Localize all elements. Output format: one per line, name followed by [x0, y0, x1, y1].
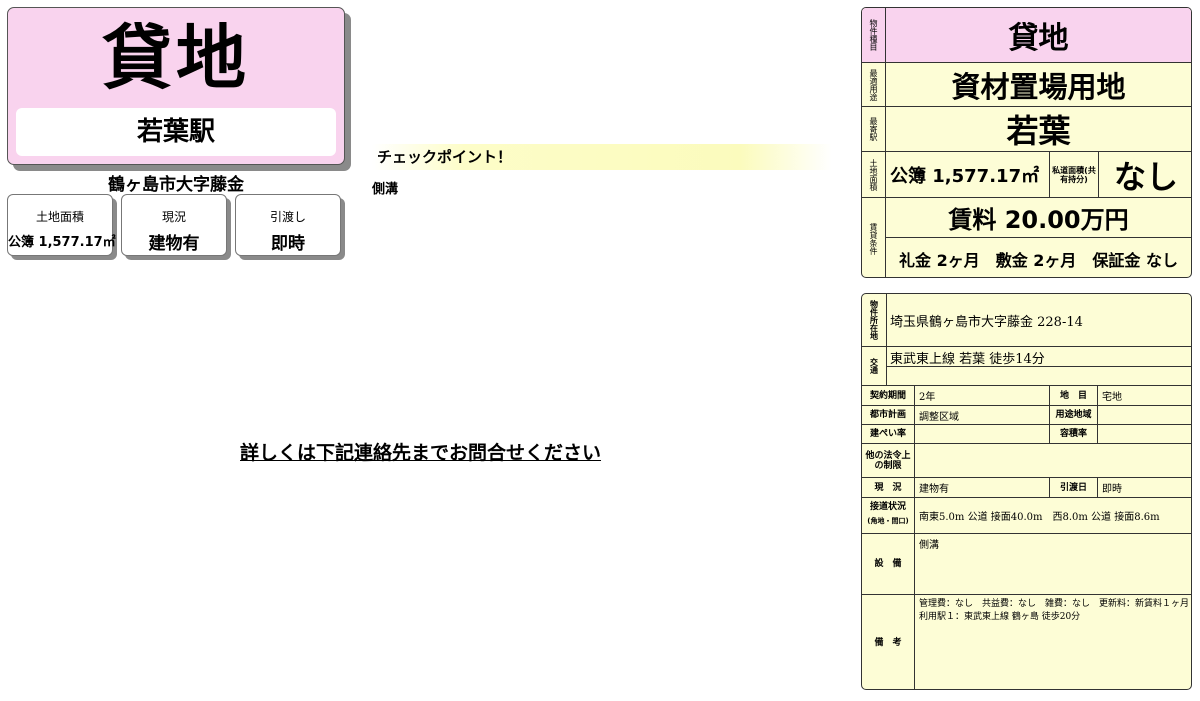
- deposits: 礼金 2ヶ月 敷金 2ヶ月 保証金 なし: [899, 250, 1178, 270]
- mini-card-land-area: 土地面積 公簿 1,577.17㎡: [7, 194, 116, 256]
- summary-table: 物件種目 貸地 最適用途 資材置場用地 最寄駅 若葉 土地面積 公簿 1,577…: [861, 7, 1192, 278]
- summary-row-area: 土地面積 公簿 1,577.17㎡ 私道面積(共有持分) なし: [862, 151, 1191, 197]
- city-plan-label: 都市計画: [869, 410, 906, 420]
- divider: [886, 366, 1191, 367]
- restrictions-label: 他の法令上の制限: [865, 450, 911, 471]
- remarks-value: 管理費：なし 共益費：なし 雑費：なし 更新料：新賃料１ヶ月 利用駅１：東武東上…: [919, 599, 1191, 622]
- summary-row-terms: 賃貸条件 賃料 20.00万円 礼金 2ヶ月 敷金 2ヶ月 保証金 なし: [862, 197, 1191, 277]
- summary-row-station: 最寄駅 若葉: [862, 106, 1191, 151]
- bcr-label: 建ぺい率: [869, 429, 906, 439]
- mini-card-value: 公簿 1,577.17㎡: [8, 235, 116, 250]
- far-value: [1098, 425, 1191, 443]
- contract-value: 2年: [919, 392, 936, 403]
- chimoku-label: 地 目: [1059, 390, 1087, 401]
- mini-card-handover: 引渡し 即時: [235, 194, 341, 256]
- private-road-value: なし: [1113, 157, 1178, 196]
- mini-card-label: 引渡し: [269, 210, 306, 224]
- remarks-label: 備 考: [874, 638, 902, 648]
- transport-value: 東武東上線 若葉 徒歩14分: [890, 351, 1045, 367]
- mini-card-label: 土地面積: [35, 210, 84, 224]
- mini-card-label: 現況: [161, 210, 186, 224]
- location-value: 埼玉県鶴ヶ島市大字藤金 228-14: [890, 314, 1083, 330]
- divider: [886, 294, 887, 385]
- row-label: 最適用途: [862, 63, 886, 106]
- property-type-title: 貸地: [102, 17, 250, 99]
- row-label: 賃貸条件: [862, 198, 886, 277]
- facilities-label: 設 備: [874, 559, 902, 569]
- zoning-label: 用途地域: [1055, 410, 1092, 420]
- handover-label: 引渡日: [1059, 482, 1087, 493]
- road-value: 南東5.0m 公道 接面40.0m 西8.0m 公道 接面8.6m: [919, 512, 1160, 523]
- restrictions-value: [915, 444, 1191, 477]
- road-label: 接道状況: [869, 502, 906, 512]
- far-label: 容積率: [1059, 429, 1087, 439]
- detail-table: 物件所在地 埼玉県鶴ヶ島市大字藤金 228-14 交通 東武東上線 若葉 徒歩1…: [861, 293, 1192, 690]
- city-plan-value: 調整区域: [919, 411, 959, 423]
- summary-use: 資材置場用地: [951, 69, 1126, 104]
- chimoku-value: 宅地: [1102, 392, 1122, 403]
- summary-station: 若葉: [1006, 112, 1071, 150]
- mini-card-status: 現況 建物有: [121, 194, 227, 256]
- location-label: 物件所在地: [869, 300, 879, 340]
- address-short: 鶴ヶ島市大字藤金: [108, 175, 244, 195]
- row-label: 土地面積: [862, 152, 886, 197]
- row-label: 物件種目: [862, 8, 886, 62]
- road-sub-label: (角地・間口): [867, 517, 909, 525]
- private-road-label: 私道面積(共有持分): [1049, 152, 1099, 197]
- handover-value: 即時: [1102, 484, 1122, 495]
- contract-label: 契約期間: [869, 390, 906, 401]
- summary-row-use: 最適用途 資材置場用地: [862, 62, 1191, 106]
- summary-row-type: 物件種目 貸地: [862, 8, 1191, 62]
- summary-area: 公簿 1,577.17㎡: [890, 165, 1040, 187]
- status-label: 現 況: [874, 482, 902, 493]
- checkpoint-heading: チェックポイント！: [372, 144, 832, 170]
- transport-label: 交通: [869, 358, 879, 374]
- mini-card-value: 即時: [271, 234, 305, 254]
- station-name: 若葉駅: [16, 108, 336, 156]
- bcr-value: [915, 425, 1049, 443]
- contact-link[interactable]: 詳しくは下記連絡先までお問合せください: [240, 438, 601, 465]
- property-type-card: 貸地 若葉駅: [7, 7, 345, 165]
- checkpoint-body: 側溝: [372, 182, 399, 197]
- zoning-value: [1098, 406, 1191, 424]
- rent: 賃料 20.00万円: [886, 198, 1191, 238]
- row-label: 最寄駅: [862, 107, 886, 151]
- status-value: 建物有: [919, 484, 949, 495]
- mini-card-value: 建物有: [148, 234, 200, 254]
- summary-type: 貸地: [1008, 21, 1069, 56]
- facilities-value: 側溝: [919, 540, 939, 551]
